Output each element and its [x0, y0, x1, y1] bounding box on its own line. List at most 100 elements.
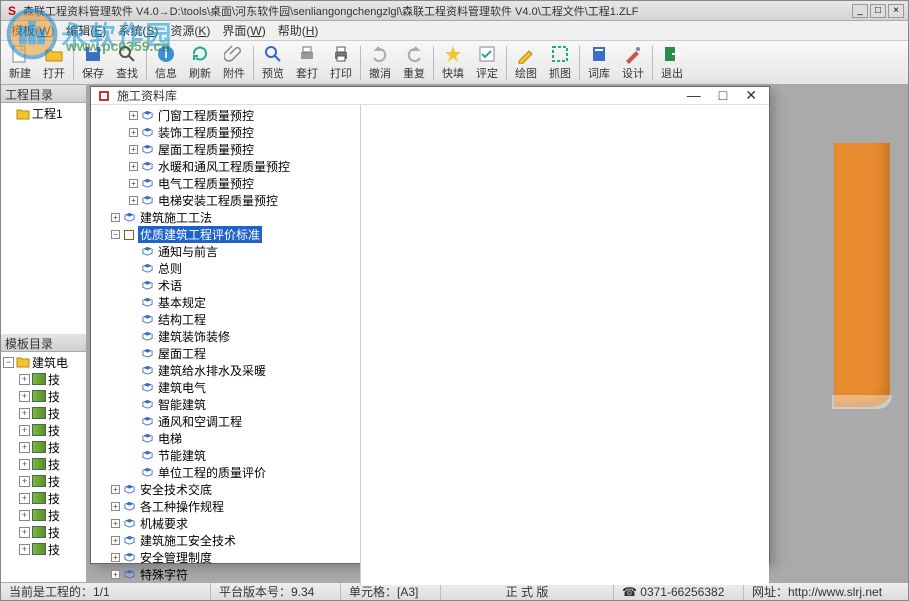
template-item[interactable]: +技 [3, 439, 84, 456]
tree-node[interactable]: +屋面工程质量预控 [91, 141, 360, 158]
dialog-close-button[interactable]: ✕ [745, 87, 757, 104]
redo-icon [404, 44, 424, 64]
toolbar-undo-button[interactable]: 撤消 [363, 43, 397, 83]
tree-node[interactable]: −优质建筑工程评价标准 [91, 226, 360, 243]
toolbar-exit-button[interactable]: 退出 [655, 43, 689, 83]
expand-icon[interactable]: + [129, 196, 138, 205]
expand-icon[interactable]: + [111, 536, 120, 545]
tree-node[interactable]: 总则 [91, 260, 360, 277]
toolbar-preview-button[interactable]: 预览 [256, 43, 290, 83]
tree-node[interactable]: +安全技术交底 [91, 481, 360, 498]
template-item[interactable]: +技 [3, 456, 84, 473]
tree-node[interactable]: +特殊字符 [91, 566, 360, 583]
expand-icon[interactable]: + [111, 553, 120, 562]
toolbar-open-button[interactable]: 打开 [37, 43, 71, 83]
menu-模板[interactable]: 模板(W) [5, 20, 60, 41]
expand-icon[interactable]: + [129, 128, 138, 137]
close-button[interactable]: × [888, 4, 904, 18]
library-dialog: 施工资料库 — □ ✕ +门窗工程质量预控+装饰工程质量预控+屋面工程质量预控+… [90, 86, 770, 564]
menu-界面[interactable]: 界面(W) [216, 20, 271, 41]
toolbar-info-button[interactable]: i信息 [149, 43, 183, 83]
toolbar-refresh-button[interactable]: 刷新 [183, 43, 217, 83]
toolbar-design-button[interactable]: 设计 [616, 43, 650, 83]
menu-资源[interactable]: 资源(K) [164, 20, 216, 41]
template-item[interactable]: +技 [3, 507, 84, 524]
find-icon [117, 44, 137, 64]
tree-node[interactable]: 单位工程的质量评价 [91, 464, 360, 481]
template-item[interactable]: +技 [3, 388, 84, 405]
expand-icon[interactable]: + [129, 145, 138, 154]
template-item[interactable]: +技 [3, 371, 84, 388]
dialog-title-bar[interactable]: 施工资料库 — □ ✕ [91, 87, 769, 105]
tree-node[interactable]: 建筑电气 [91, 379, 360, 396]
tree-node[interactable]: 建筑给水排水及采暖 [91, 362, 360, 379]
expand-icon[interactable]: + [111, 485, 120, 494]
tree-node[interactable]: 结构工程 [91, 311, 360, 328]
template-item[interactable]: +技 [3, 473, 84, 490]
status-phone: ☎ 0371-66256382 [614, 583, 744, 600]
tree-node[interactable]: +装饰工程质量预控 [91, 124, 360, 141]
tree-node[interactable]: +电气工程质量预控 [91, 175, 360, 192]
toolbar-find-button[interactable]: 查找 [110, 43, 144, 83]
library-tree[interactable]: +门窗工程质量预控+装饰工程质量预控+屋面工程质量预控+水暖和通风工程质量预控+… [91, 105, 361, 585]
tree-node[interactable]: +建筑施工安全技术 [91, 532, 360, 549]
tree-node[interactable]: +水暖和通风工程质量预控 [91, 158, 360, 175]
xls-icon [32, 390, 46, 402]
tree-node[interactable]: 智能建筑 [91, 396, 360, 413]
template-item[interactable]: +技 [3, 541, 84, 558]
expand-icon[interactable]: + [111, 502, 120, 511]
tree-node[interactable]: 通风和空调工程 [91, 413, 360, 430]
template-item[interactable]: +技 [3, 490, 84, 507]
toolbar-print-button[interactable]: 打印 [324, 43, 358, 83]
toolbar-capture-button[interactable]: 抓图 [543, 43, 577, 83]
tree-node[interactable]: +电梯安装工程质量预控 [91, 192, 360, 209]
toolbar-new-button[interactable]: 新建 [3, 43, 37, 83]
dialog-minimize-button[interactable]: — [687, 87, 701, 104]
minimize-button[interactable]: _ [852, 4, 868, 18]
template-item[interactable]: +技 [3, 524, 84, 541]
tree-node[interactable]: +建筑施工工法 [91, 209, 360, 226]
toolbar-redo-button[interactable]: 重复 [397, 43, 431, 83]
tree-node[interactable]: 节能建筑 [91, 447, 360, 464]
menu-编辑[interactable]: 编辑(E) [60, 20, 112, 41]
tree-node[interactable]: +安全管理制度 [91, 549, 360, 566]
doc-icon [123, 501, 135, 513]
template-item[interactable]: +技 [3, 405, 84, 422]
toolbar-draw-button[interactable]: 绘图 [509, 43, 543, 83]
expand-icon[interactable]: + [111, 213, 120, 222]
info-icon: i [156, 44, 176, 64]
design-icon [623, 44, 643, 64]
toolbar-attach-button[interactable]: 附件 [217, 43, 251, 83]
expand-icon[interactable]: − [111, 230, 120, 239]
doc-icon [141, 467, 153, 479]
project-root-item[interactable]: 工程1 [3, 105, 84, 122]
expand-icon[interactable]: + [129, 162, 138, 171]
tree-node[interactable]: 屋面工程 [91, 345, 360, 362]
tree-node[interactable]: +各工种操作规程 [91, 498, 360, 515]
project-tree[interactable]: 工程1 [1, 103, 86, 334]
tree-node[interactable]: 通知与前言 [91, 243, 360, 260]
tree-node[interactable]: +机械要求 [91, 515, 360, 532]
toolbar-eval-button[interactable]: 评定 [470, 43, 504, 83]
expand-icon[interactable]: + [129, 179, 138, 188]
template-root[interactable]: −建筑电 [3, 354, 84, 371]
toolbar-quickfill-button[interactable]: 快填 [436, 43, 470, 83]
tree-node[interactable]: 电梯 [91, 430, 360, 447]
expand-icon[interactable]: + [129, 111, 138, 120]
template-tree[interactable]: −建筑电+技+技+技+技+技+技+技+技+技+技+技 [1, 352, 86, 583]
tree-node[interactable]: 建筑装饰装修 [91, 328, 360, 345]
toolbar-save-button[interactable]: 保存 [76, 43, 110, 83]
tree-node[interactable]: 基本规定 [91, 294, 360, 311]
menu-帮助[interactable]: 帮助(H) [272, 20, 325, 41]
expand-icon[interactable]: + [111, 570, 120, 579]
tree-node[interactable]: 术语 [91, 277, 360, 294]
maximize-button[interactable]: □ [870, 4, 886, 18]
toolbar-dict-button[interactable]: 词库 [582, 43, 616, 83]
dialog-maximize-button[interactable]: □ [719, 87, 727, 104]
toolbar-print-set-button[interactable]: 套打 [290, 43, 324, 83]
toolbar: 新建打开保存查找i信息刷新附件预览套打打印撤消重复快填评定绘图抓图词库设计退出 [1, 41, 908, 85]
template-item[interactable]: +技 [3, 422, 84, 439]
menu-系统[interactable]: 系统(S) [112, 20, 164, 41]
tree-node[interactable]: +门窗工程质量预控 [91, 107, 360, 124]
expand-icon[interactable]: + [111, 519, 120, 528]
